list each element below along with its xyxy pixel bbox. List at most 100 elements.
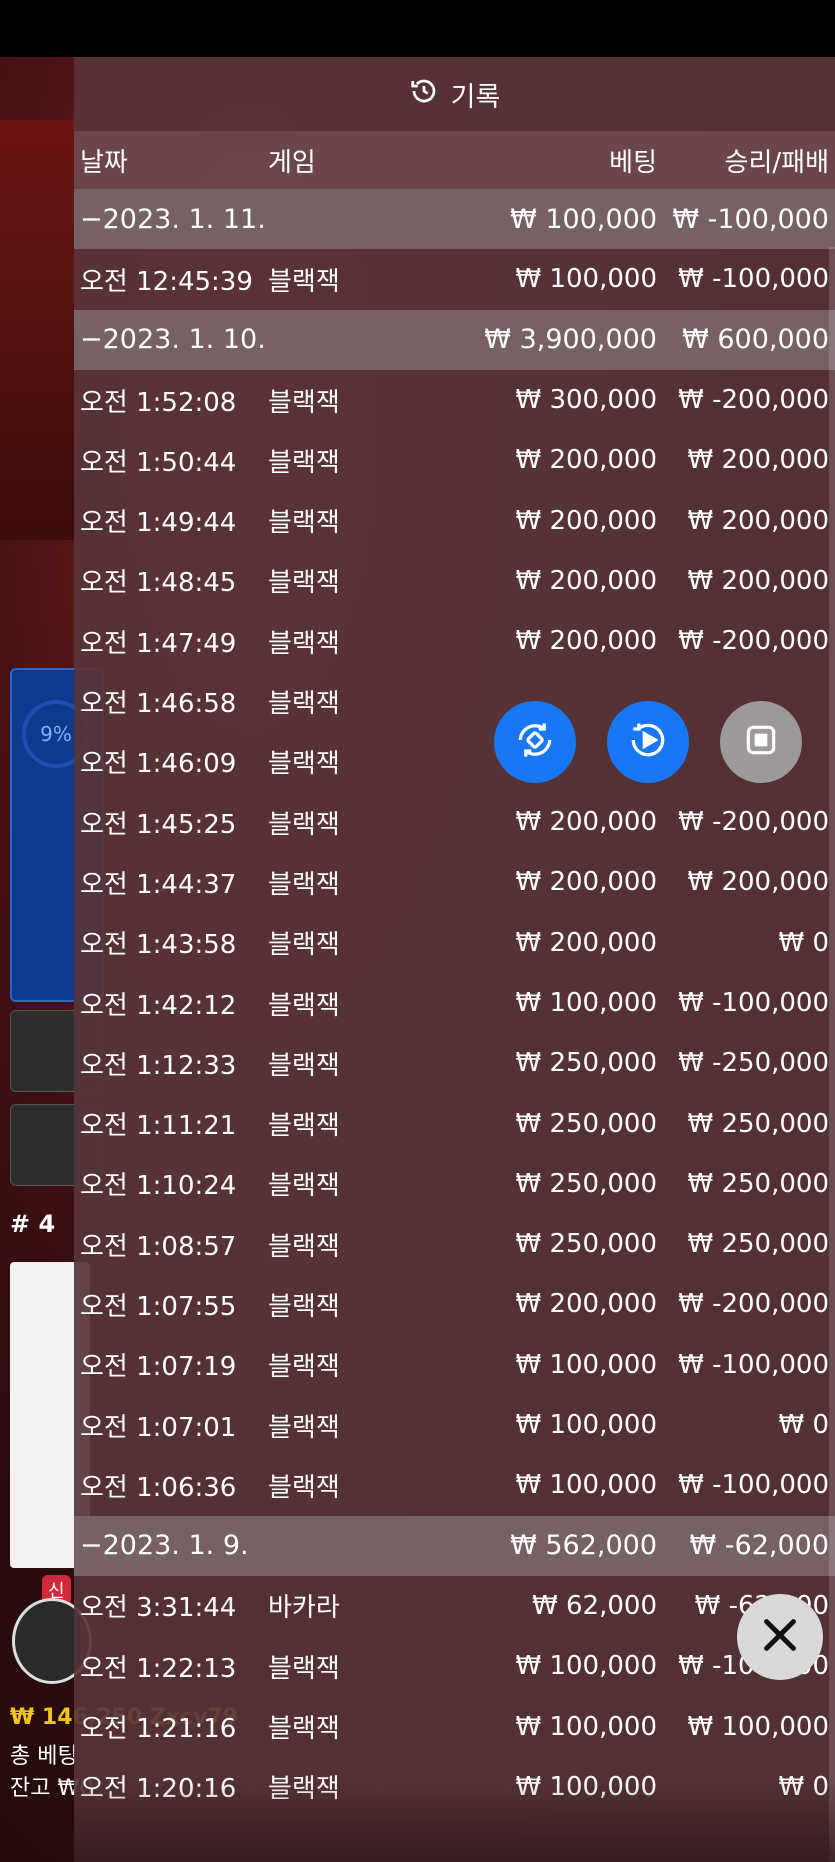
- row-time: 오전 1:48:45: [80, 568, 237, 599]
- row-game: 블랙잭: [268, 568, 340, 599]
- row-time: 오전 1:10:24: [80, 1171, 237, 1202]
- history-row: 오전 1:48:45 블랙잭 ₩ 200,000 ₩ 200,000: [74, 551, 835, 611]
- history-row: 오전 1:07:55 블랙잭 ₩ 200,000 ₩ -200,000: [74, 1274, 835, 1334]
- row-bet: ₩ 250,000: [515, 1108, 658, 1139]
- row-time: 오전 1:08:57: [80, 1231, 237, 1262]
- date-group-row: −2023. 1. 9. ₩ 562,000 ₩ -62,000: [74, 1515, 835, 1576]
- row-bet: ₩ 100,000: [515, 1410, 658, 1441]
- row-game: 블랙잭: [268, 387, 340, 418]
- row-game: 블랙잭: [268, 1653, 340, 1684]
- total-bet-label: 총 베팅: [10, 1744, 78, 1769]
- panel-header: 기록: [74, 57, 835, 131]
- row-time: 오전 1:21:16: [80, 1714, 237, 1745]
- row-result: ₩ -200,000: [678, 807, 829, 838]
- history-row: 오전 1:45:25 블랙잭 ₩ 200,000 ₩ -200,000: [74, 792, 835, 852]
- row-time: 오전 1:43:58: [80, 930, 237, 961]
- history-row: 오전 1:12:33 블랙잭 ₩ 250,000 ₩ -250,000: [74, 1033, 835, 1093]
- row-game: 블랙잭: [268, 990, 340, 1021]
- row-game: 블랙잭: [268, 930, 340, 961]
- row-result: ₩ 250,000: [687, 1229, 830, 1260]
- row-result: ₩ -100,000: [678, 264, 829, 295]
- history-row: 오전 1:07:01 블랙잭 ₩ 100,000 ₩ 0: [74, 1395, 835, 1455]
- close-icon: [757, 1612, 803, 1662]
- row-bet: ₩ 250,000: [515, 1229, 658, 1260]
- row-game: 블랙잭: [268, 1412, 340, 1443]
- row-bet: ₩ 562,000: [510, 1530, 657, 1562]
- row-result: ₩ 200,000: [687, 565, 830, 596]
- row-bet: ₩ 300,000: [515, 385, 658, 416]
- row-bet: ₩ 62,000: [532, 1590, 657, 1621]
- col-game: 게임: [268, 147, 316, 178]
- autoplay-button[interactable]: [607, 701, 689, 783]
- row-result: ₩ 250,000: [687, 1168, 830, 1199]
- row-bet: ₩ 100,000: [515, 1771, 658, 1802]
- row-time: 오전 1:46:58: [80, 689, 237, 720]
- history-icon: [409, 76, 439, 113]
- row-result: ₩ -200,000: [678, 1289, 829, 1320]
- row-bet: ₩ 100,000: [515, 1711, 658, 1742]
- scrollbar[interactable]: [829, 247, 835, 1862]
- row-result: ₩ 200,000: [687, 505, 830, 536]
- row-result: ₩ 200,000: [687, 867, 830, 898]
- history-row: 오전 1:43:58 블랙잭 ₩ 200,000 ₩ 0: [74, 913, 835, 973]
- row-bet: ₩ 100,000: [515, 1349, 658, 1380]
- row-time: 오전 3:31:44: [80, 1593, 237, 1624]
- row-bet: ₩ 200,000: [515, 505, 658, 536]
- panel-title: 기록: [450, 81, 501, 113]
- row-result: ₩ -200,000: [678, 626, 829, 657]
- row-bet: ₩ 200,000: [515, 867, 658, 898]
- row-bet: ₩ 200,000: [515, 626, 658, 657]
- stop-button[interactable]: [720, 701, 802, 783]
- row-time: 오전 1:45:25: [80, 809, 237, 840]
- row-game: 블랙잭: [268, 1171, 340, 1202]
- row-bet: ₩ 200,000: [515, 445, 658, 476]
- row-result: ₩ -100,000: [678, 1470, 829, 1501]
- row-time: 오전 1:06:36: [80, 1472, 237, 1503]
- row-time: 오전 1:44:37: [80, 869, 237, 900]
- col-date: 날짜: [80, 147, 128, 178]
- row-bet: ₩ 100,000: [515, 1651, 658, 1682]
- history-list[interactable]: −2023. 1. 11. ₩ 100,000 ₩ -100,000 오전 12:45…: [74, 189, 835, 1817]
- history-row: 오전 1:22:13블랙잭₩ 100,000₩ -100,000: [74, 1636, 835, 1696]
- row-result: ₩ -100,000: [678, 1349, 829, 1380]
- stop-icon: [742, 721, 780, 763]
- history-row: 오전 12:45:39 블랙잭 ₩ 100,000 ₩ -100,000: [74, 249, 835, 309]
- close-button[interactable]: [737, 1594, 823, 1680]
- date-group-row: −2023. 1. 11. ₩ 100,000 ₩ -100,000: [74, 189, 835, 250]
- history-row: 오전 1:10:24 블랙잭 ₩ 250,000 ₩ 250,000: [74, 1154, 835, 1214]
- row-game: 바카라: [268, 1593, 340, 1624]
- row-time: 오전 1:52:08: [80, 387, 237, 418]
- history-row: 오전 1:06:36 블랙잭 ₩ 100,000 ₩ -100,000: [74, 1455, 835, 1515]
- row-game: 블랙잭: [268, 628, 340, 659]
- row-game: 블랙잭: [268, 266, 340, 297]
- row-result: ₩ -100,000: [678, 988, 829, 1018]
- row-time: −2023. 1. 10.: [80, 324, 266, 356]
- history-row: 오전 1:42:12 블랙잭 ₩ 100,000 ₩ -100,000: [74, 973, 835, 1033]
- rotate-screen-button[interactable]: [494, 701, 576, 783]
- history-row: 오전 1:52:08 블랙잭 ₩ 300,000 ₩ -200,000: [74, 370, 835, 430]
- row-game: 블랙잭: [268, 1352, 340, 1383]
- history-row: 오전 1:49:44 블랙잭 ₩ 200,000 ₩ 200,000: [74, 490, 835, 550]
- row-result: ₩ -250,000: [678, 1048, 829, 1079]
- row-bet: ₩ 200,000: [515, 927, 658, 958]
- row-time: 오전 1:11:21: [80, 1111, 237, 1142]
- row-time: 오전 1:07:01: [80, 1412, 237, 1443]
- history-row: 오전 1:11:21 블랙잭 ₩ 250,000 ₩ 250,000: [74, 1093, 835, 1153]
- history-panel: 기록 날짜 게임 베팅 승리/패배 −2023. 1. 11. ₩ 100,000…: [74, 57, 835, 1862]
- row-time: 오전 1:07:55: [80, 1291, 237, 1322]
- row-result: ₩ -100,000: [672, 203, 829, 235]
- date-group-row: −2023. 1. 10. ₩ 3,900,000 ₩ 600,000: [74, 309, 835, 370]
- col-bet: 베팅: [609, 147, 657, 178]
- row-time: 오전 12:45:39: [80, 266, 253, 297]
- row-result: ₩ 0: [778, 1771, 829, 1802]
- history-row: 오전 1:20:16 블랙잭 ₩ 100,000 ₩ 0: [74, 1757, 835, 1817]
- row-result: ₩ 100,000: [687, 1711, 830, 1742]
- rotate-icon: [513, 718, 557, 766]
- history-row: 오전 1:07:19 블랙잭 ₩ 100,000 ₩ -100,000: [74, 1335, 835, 1395]
- row-game: 블랙잭: [268, 689, 340, 720]
- row-game: 블랙잭: [268, 1111, 340, 1142]
- history-row: 오전 3:31:44바카라₩ 62,000₩ -62,000: [74, 1576, 835, 1636]
- row-time: 오전 1:49:44: [80, 508, 237, 539]
- row-game: 블랙잭: [268, 1231, 340, 1262]
- row-game: 블랙잭: [268, 508, 340, 539]
